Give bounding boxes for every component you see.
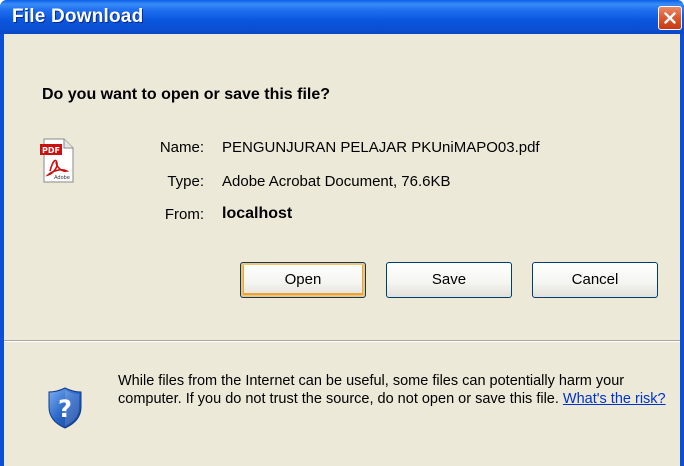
shield-question-icon: ? [48, 387, 82, 429]
whats-the-risk-link[interactable]: What's the risk? [563, 391, 666, 407]
type-label: Type: [167, 173, 204, 190]
file-download-window: File Download Do you want to open or sav… [0, 0, 684, 466]
file-type-value: Adobe Acrobat Document, 76.6KB [222, 173, 451, 190]
from-label: From: [164, 206, 204, 223]
close-button[interactable] [658, 6, 682, 30]
warning-text: While files from the Internet can be use… [118, 373, 625, 407]
open-button[interactable]: Open [240, 262, 366, 298]
title-bar[interactable]: File Download [0, 0, 684, 34]
cancel-button[interactable]: Cancel [532, 262, 658, 298]
close-icon [664, 12, 676, 24]
dialog-body: Do you want to open or save this file? P… [4, 34, 680, 466]
window-title: File Download [12, 6, 144, 27]
dialog-question: Do you want to open or save this file? [42, 86, 331, 103]
save-button[interactable]: Save [386, 262, 512, 298]
name-label: Name: [159, 139, 204, 156]
svg-text:?: ? [58, 395, 72, 423]
separator [4, 340, 680, 342]
file-source-value: localhost [222, 205, 293, 222]
file-name-value: PENGUNJURAN PELAJAR PKUniMAPO03.pdf [222, 139, 540, 156]
security-warning: While files from the Internet can be use… [118, 372, 670, 408]
